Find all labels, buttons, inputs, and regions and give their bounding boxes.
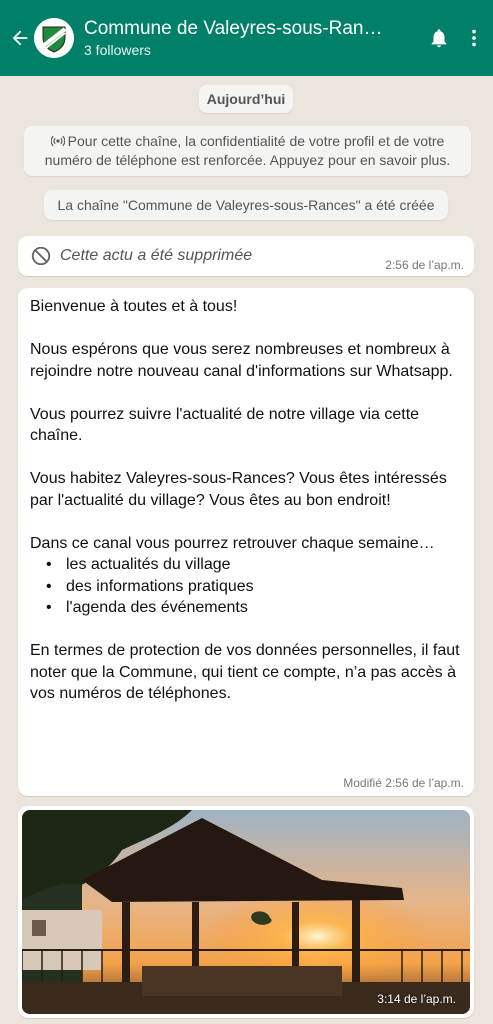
- notifications-button[interactable]: [419, 18, 459, 58]
- broadcast-icon: [50, 135, 65, 147]
- followers-count: 3 followers: [84, 42, 151, 58]
- back-arrow-icon: [12, 30, 28, 46]
- prohibited-icon: [31, 246, 51, 266]
- deleted-message[interactable]: Cette actu a été supprimée 2:56 de l’ap.…: [18, 236, 474, 276]
- privacy-notice-text: Pour cette chaîne, la confidentialité de…: [44, 133, 451, 168]
- channel-avatar[interactable]: [34, 18, 74, 58]
- chat-area[interactable]: Aujourd’hui Pour cette chaîne, la confid…: [0, 76, 493, 1024]
- more-vert-icon: [472, 29, 476, 47]
- channel-title[interactable]: Commune de Valeyres-sous-Ran…: [84, 17, 419, 41]
- list-item: des informations pratiques: [46, 576, 462, 598]
- photo-illustration: [22, 810, 470, 1014]
- photo-message[interactable]: 3:14 de l’ap.m.: [18, 806, 474, 1018]
- sunset-gazebo-image[interactable]: 3:14 de l’ap.m.: [22, 810, 470, 1014]
- bell-icon: [431, 29, 447, 48]
- coat-of-arms-icon: [34, 18, 74, 58]
- post-paragraph: Nous espérons que vous serez nombreuses …: [30, 341, 453, 380]
- post-paragraph: En termes de protection de vos données p…: [30, 642, 460, 702]
- post-paragraph: Dans ce canal vous pourrez retrouver cha…: [30, 534, 435, 552]
- post-bullet-list: les actualités du village des informatio…: [46, 554, 462, 619]
- welcome-post[interactable]: Bienvenue à toutes et à tous! Nous espér…: [18, 288, 474, 796]
- edited-time: Modifié 2:56 de l’ap.m.: [343, 776, 464, 790]
- post-paragraph: Vous habitez Valeyres-sous-Rances? Vous …: [30, 470, 447, 509]
- post-paragraph: Bienvenue à toutes et à tous!: [30, 298, 238, 315]
- channel-header: Commune de Valeyres-sous-Ran… 3 follower…: [0, 0, 493, 76]
- list-item: l'agenda des événements: [46, 597, 462, 619]
- photo-time: 3:14 de l’ap.m.: [377, 992, 456, 1006]
- back-button[interactable]: [6, 18, 34, 58]
- more-options-button[interactable]: [459, 18, 489, 58]
- message-time: 2:56 de l’ap.m.: [385, 258, 464, 272]
- channel-created-notice: La chaîne "Commune de Valeyres-sous-Ranc…: [44, 190, 448, 220]
- privacy-notice[interactable]: Pour cette chaîne, la confidentialité de…: [24, 126, 471, 176]
- deleted-message-text: Cette actu a été supprimée: [60, 247, 253, 264]
- date-chip: Aujourd’hui: [199, 85, 293, 113]
- post-paragraph: Vous pourrez suivre l'actualité de notre…: [30, 405, 420, 445]
- list-item: les actualités du village: [46, 554, 462, 576]
